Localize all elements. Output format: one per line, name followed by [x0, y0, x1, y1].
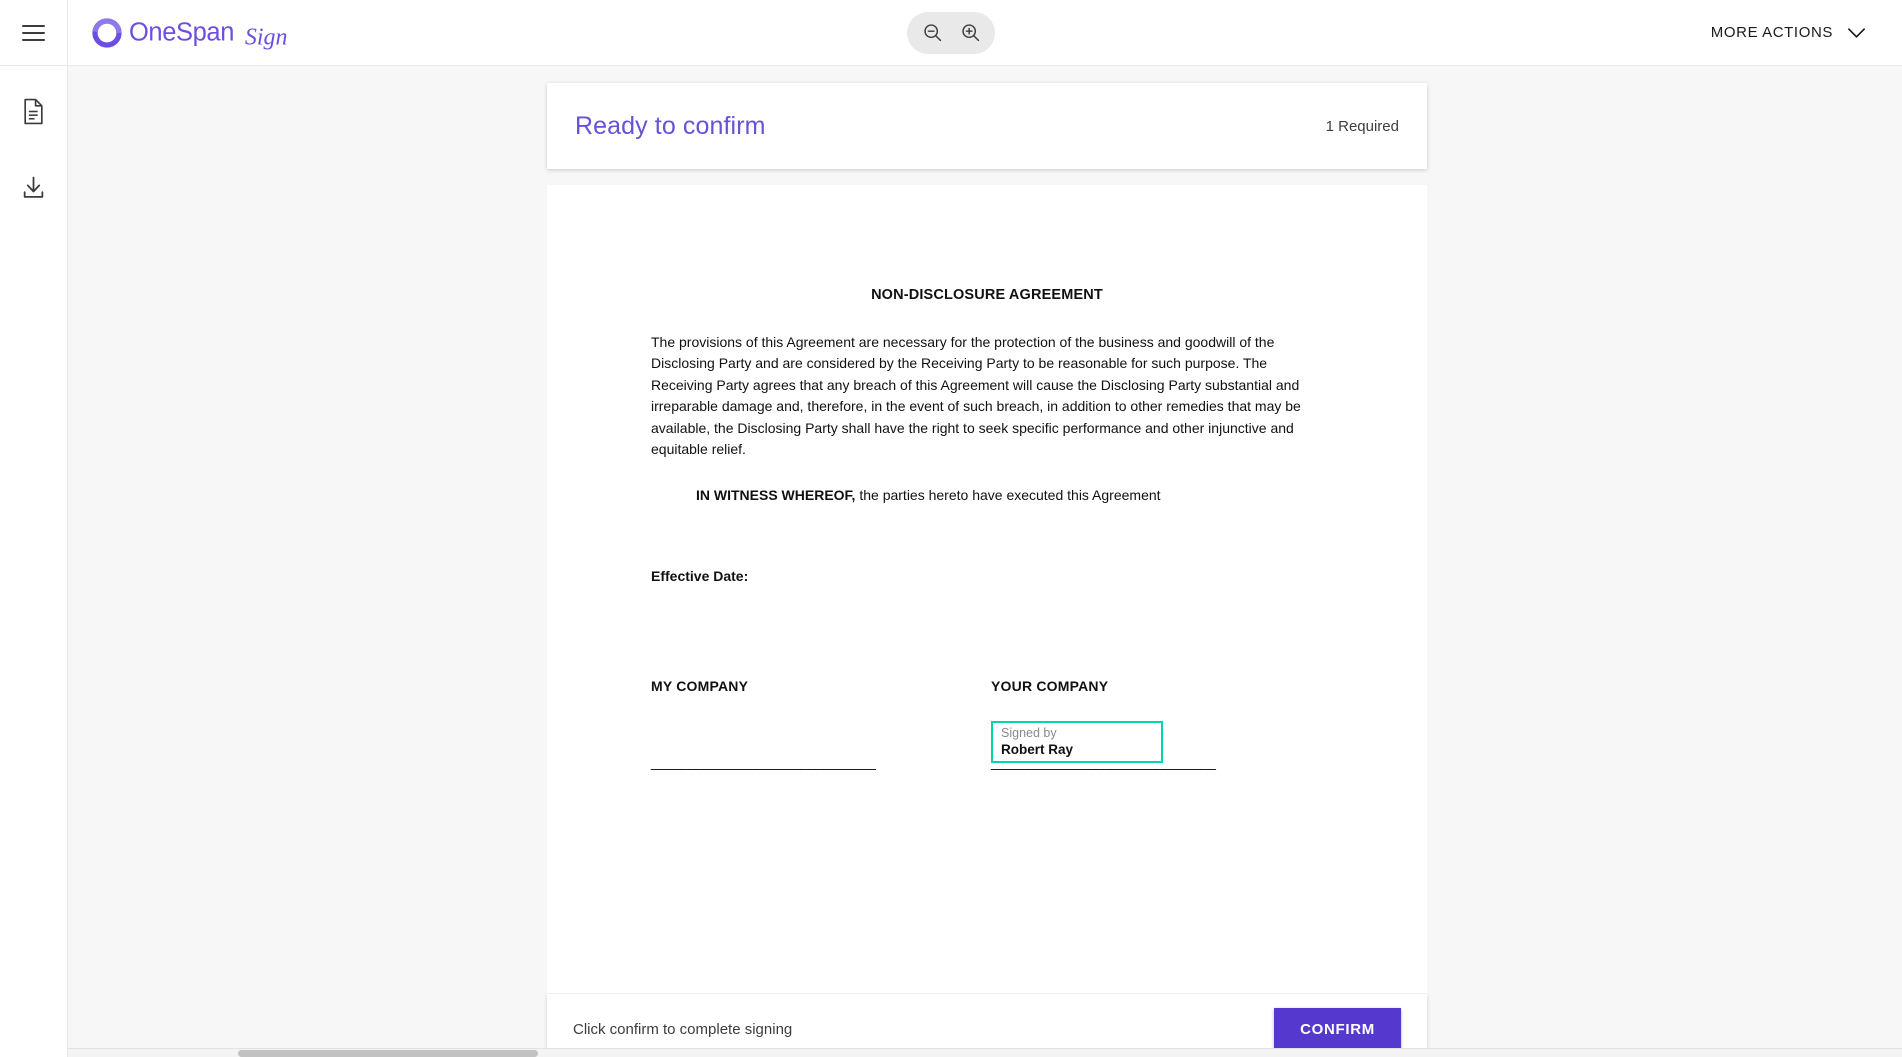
witness-clause-rest: the parties hereto have executed this Ag…	[855, 486, 1161, 503]
app-header: OneSpan Sign MORE ACTIONS	[0, 0, 1902, 66]
document-heading: NON-DISCLOSURE AGREEMENT	[871, 287, 1103, 303]
hamburger-bar	[22, 24, 45, 27]
effective-date-label: Effective Date:	[651, 568, 749, 584]
hamburger-bar	[22, 38, 45, 41]
status-banner: Ready to confirm 1 Required	[547, 83, 1427, 169]
scrollbar-thumb[interactable]	[238, 1050, 538, 1057]
document-icon	[24, 98, 43, 124]
more-actions-label: MORE ACTIONS	[1710, 24, 1833, 41]
document-workspace: Ready to confirm 1 Required NON-DISCLOSU…	[68, 66, 1902, 1057]
signature-field[interactable]: Signed by Robert Ray	[991, 720, 1163, 763]
signature-field-value: Robert Ray	[1001, 741, 1074, 757]
onespan-sign-wordmark: OneSpan Sign	[129, 18, 288, 49]
confirm-hint-text: Click confirm to complete signing	[573, 1020, 793, 1038]
witness-clause-bold: IN WITNESS WHEREOF,	[696, 486, 856, 503]
witness-clause: IN WITNESS WHEREOF, the parties hereto h…	[696, 485, 1323, 507]
required-count-badge: 1 Required	[1325, 117, 1399, 135]
horizontal-scrollbar[interactable]	[68, 1048, 1902, 1057]
left-sidebar	[0, 66, 68, 1057]
zoom-controls	[907, 11, 995, 54]
my-company-block: MY COMPANY	[651, 676, 748, 698]
zoom-out-icon[interactable]	[915, 16, 949, 50]
hamburger-bar	[22, 31, 45, 34]
signature-field-label: Signed by	[1001, 725, 1057, 740]
your-company-block: YOUR COMPANY	[991, 676, 1108, 698]
hamburger-menu-icon[interactable]	[0, 0, 68, 66]
svg-text:OneSpan: OneSpan	[129, 18, 234, 46]
zoom-in-icon[interactable]	[953, 16, 987, 50]
onespan-ring-icon	[92, 17, 122, 48]
sidebar-item-documents[interactable]	[14, 94, 54, 128]
document-body: NON-DISCLOSURE AGREEMENT The provisions …	[651, 285, 1323, 786]
download-icon	[23, 176, 44, 198]
more-actions-button[interactable]: MORE ACTIONS	[1711, 24, 1866, 41]
sidebar-item-download[interactable]	[14, 170, 54, 204]
chevron-down-icon	[1848, 27, 1865, 38]
status-title: Ready to confirm	[575, 111, 766, 140]
confirm-button[interactable]: CONFIRM	[1274, 1008, 1401, 1050]
signature-line-left: ______________________________	[651, 753, 876, 770]
brand-logo[interactable]: OneSpan Sign	[92, 16, 361, 50]
signature-row: MY COMPANY YOUR COMPANY ________________…	[651, 676, 1323, 786]
my-company-label: MY COMPANY	[651, 677, 749, 694]
svg-text:Sign: Sign	[245, 24, 288, 49]
document-paragraph: The provisions of this Agreement are nec…	[651, 333, 1301, 458]
your-company-label: YOUR COMPANY	[991, 677, 1109, 694]
document-column: Ready to confirm 1 Required NON-DISCLOSU…	[547, 66, 1427, 1057]
document-page: NON-DISCLOSURE AGREEMENT The provisions …	[547, 185, 1427, 993]
